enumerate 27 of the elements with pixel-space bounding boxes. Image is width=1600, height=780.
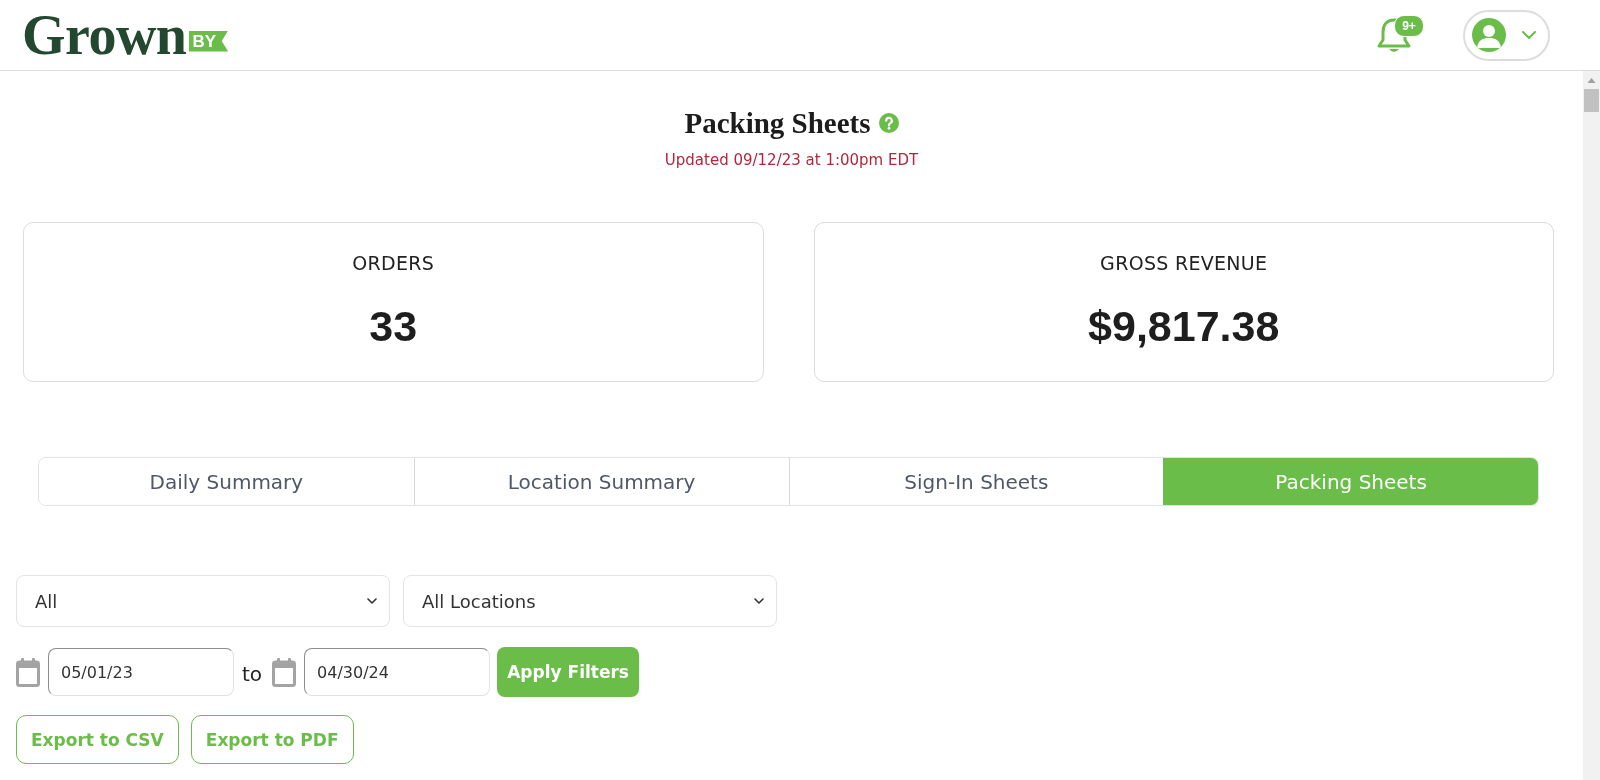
scroll-up-arrow-icon[interactable] — [1587, 78, 1596, 83]
chevron-down-icon — [367, 598, 377, 604]
user-menu-button[interactable] — [1463, 9, 1550, 61]
select-value: All Locations — [422, 590, 536, 612]
stat-label: ORDERS — [351, 252, 436, 274]
chevron-down-icon — [754, 598, 764, 604]
stat-value: 33 — [368, 301, 419, 351]
select-value: All — [35, 590, 58, 612]
logo-wordmark[interactable]: Grown — [22, 7, 187, 63]
scrollbar-thumb[interactable] — [1584, 89, 1599, 112]
updated-timestamp: Updated 09/12/23 at 1:00pm EDT — [663, 150, 920, 170]
logo-flag: BY — [188, 30, 229, 52]
page-title: Packing Sheets — [684, 106, 871, 140]
notification-count-badge: 9+ — [1394, 15, 1424, 37]
user-avatar-icon — [1472, 18, 1506, 52]
stat-label: GROSS REVENUE — [1099, 252, 1269, 274]
chevron-down-icon — [1522, 31, 1536, 39]
filter-select[interactable]: All Locations — [403, 575, 777, 627]
filter-select[interactable]: All — [16, 575, 390, 627]
date-from-input[interactable]: 05/01/23 — [48, 648, 234, 696]
to-label: to — [242, 662, 263, 686]
scrollbar[interactable] — [1583, 71, 1600, 780]
stat-value: $9,817.38 — [1087, 301, 1281, 351]
calendar-icon — [16, 657, 40, 687]
help-icon[interactable] — [878, 113, 899, 133]
calendar-icon — [272, 657, 297, 687]
date-to-input[interactable]: 04/30/24 — [304, 648, 491, 696]
